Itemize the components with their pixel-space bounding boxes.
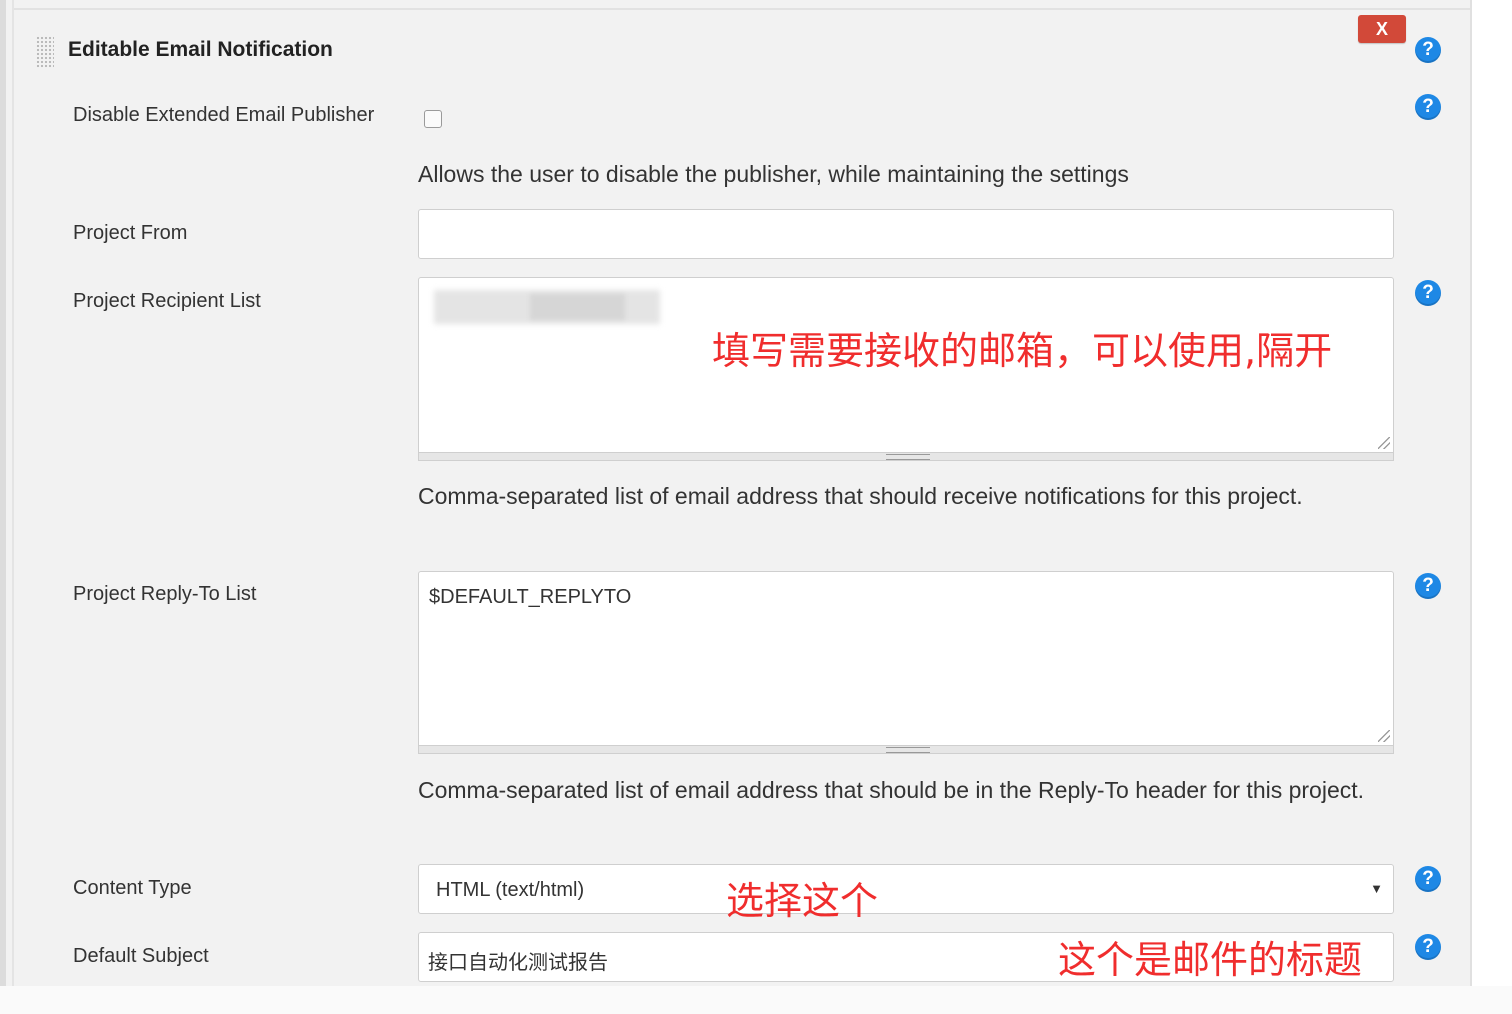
reply-to-description: Comma-separated list of email address th… — [418, 777, 1365, 803]
resize-corner-icon[interactable] — [1378, 437, 1390, 449]
project-from-input[interactable] — [418, 209, 1394, 259]
section-help-icon[interactable]: ? — [1415, 37, 1441, 63]
content-type-annotation: 选择这个 — [726, 879, 879, 923]
recipient-list-help-icon[interactable]: ? — [1415, 280, 1441, 306]
email-notification-panel: Editable Email Notification X ? Disable … — [0, 0, 1472, 986]
panel-right-border — [1470, 0, 1472, 986]
content-type-select[interactable]: HTML (text/html) ▼ — [418, 864, 1394, 914]
default-subject-help-icon[interactable]: ? — [1415, 934, 1441, 960]
resize-grip-icon[interactable] — [886, 454, 930, 460]
reply-to-resize-bar[interactable] — [418, 746, 1394, 754]
redacted-email-blur-inner — [530, 294, 625, 320]
content-type-help-icon[interactable]: ? — [1415, 866, 1441, 892]
default-subject-annotation: 这个是邮件的标题 — [1058, 938, 1363, 982]
section-title: Editable Email Notification — [68, 38, 333, 61]
reply-to-value: $DEFAULT_REPLYTO — [429, 586, 632, 608]
reply-to-textarea[interactable]: $DEFAULT_REPLYTO — [418, 571, 1394, 746]
disable-publisher-label: Disable Extended Email Publisher — [73, 104, 375, 126]
project-from-label: Project From — [73, 222, 188, 244]
panel-left-border — [0, 0, 6, 986]
drag-handle-icon[interactable] — [36, 36, 54, 68]
dropdown-arrow-icon[interactable]: ▼ — [1370, 881, 1383, 896]
reply-to-label: Project Reply-To List — [73, 583, 257, 605]
resize-grip-icon[interactable] — [886, 747, 930, 753]
reply-to-field: $DEFAULT_REPLYTO — [418, 571, 1396, 754]
recipient-list-label: Project Recipient List — [73, 290, 261, 312]
default-subject-label: Default Subject — [73, 945, 209, 967]
content-type-label: Content Type — [73, 877, 192, 899]
recipient-list-resize-bar[interactable] — [418, 453, 1394, 461]
recipient-annotation: 填写需要接收的邮箱，可以使用,隔开 — [712, 329, 1333, 373]
page-bottom-area — [0, 986, 1512, 1014]
resize-corner-icon[interactable] — [1378, 730, 1390, 742]
panel-left-border-inner — [12, 0, 14, 986]
panel-top-divider — [14, 0, 1472, 10]
content-type-selected: HTML (text/html) — [436, 879, 585, 901]
reply-to-help-icon[interactable]: ? — [1415, 573, 1441, 599]
default-subject-value: 接口自动化测试报告 — [428, 952, 608, 974]
disable-publisher-help-icon[interactable]: ? — [1415, 94, 1441, 120]
recipient-list-description: Comma-separated list of email address th… — [418, 483, 1303, 509]
disable-publisher-description: Allows the user to disable the publisher… — [418, 161, 1129, 187]
delete-section-button[interactable]: X — [1358, 15, 1406, 43]
disable-publisher-checkbox[interactable] — [424, 110, 442, 128]
